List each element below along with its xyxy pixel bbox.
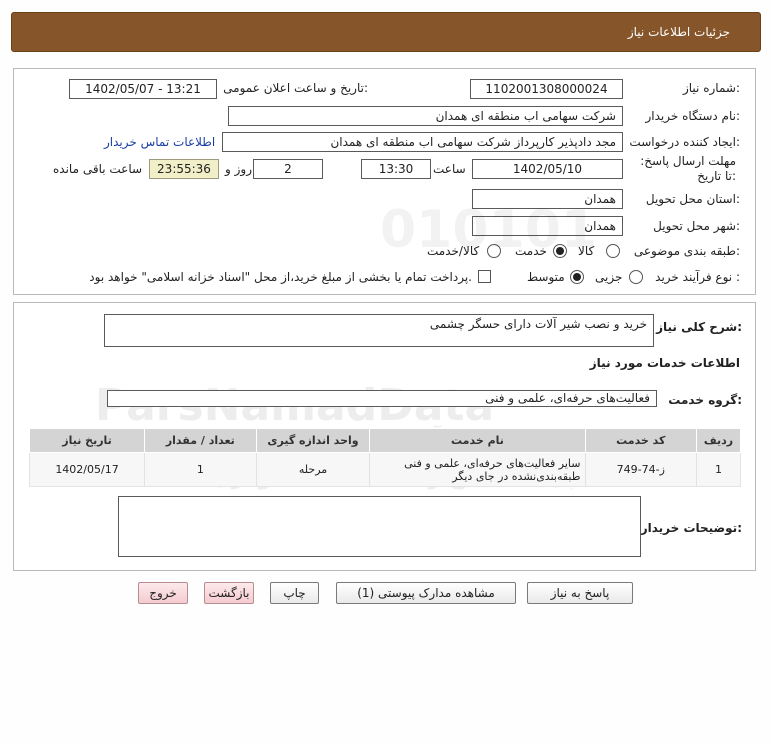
- row-name: سایر فعالیت‌های حرفه‌ای، علمی و فنی طبقه…: [369, 452, 586, 487]
- row-code: ز-74-749: [584, 452, 698, 487]
- row-unit: مرحله: [255, 452, 371, 487]
- row-qty: 1: [144, 452, 257, 487]
- creator-field: مجد دادپذیر کارپرداز شرکت سهامی اب منطقه…: [222, 132, 623, 152]
- col-qty: تعداد / مقدار: [144, 428, 257, 453]
- days-field: 2: [253, 159, 323, 179]
- service-group-field: فعالیت‌های حرفه‌ای، علمی و فنی: [107, 390, 657, 407]
- process-minor-label: جزیی: [595, 270, 623, 284]
- remaining-label: ساعت باقی مانده: [53, 162, 143, 176]
- buyer-org-field: شرکت سهامی اب منطقه ای همدان: [228, 106, 623, 126]
- city-label: شهر محل تحویل:: [653, 219, 740, 233]
- col-date: تاریخ نیاز: [28, 428, 146, 453]
- description-label: شرح کلی نیاز:: [656, 320, 742, 334]
- contact-buyer-link[interactable]: اطلاعات تماس خریدار: [104, 135, 215, 149]
- deadline-date-field: 1402/05/10: [472, 159, 623, 179]
- table-row: 1 ز-74-749 سایر فعالیت‌های حرفه‌ای، علمی…: [28, 452, 741, 487]
- deadline-label: مهلت ارسال پاسخ: تا تاریخ:: [640, 154, 736, 183]
- treasury-payment-note: پرداخت تمام یا بخشی از مبلغ خرید،از محل …: [89, 270, 472, 284]
- col-code: کد خدمت: [584, 428, 698, 453]
- buyer-org-label: نام دستگاه خریدار:: [645, 109, 741, 123]
- province-label: استان محل تحویل:: [645, 192, 740, 206]
- back-button[interactable]: بازگشت: [204, 582, 254, 604]
- announce-field: 1402/05/07 - 13:21: [69, 79, 217, 99]
- services-section-title: اطلاعات خدمات مورد نیاز: [589, 356, 740, 370]
- row-date: 1402/05/17: [28, 452, 146, 487]
- print-button[interactable]: چاپ: [270, 582, 319, 604]
- days-label: روز و: [225, 162, 252, 176]
- col-name: نام خدمت: [369, 428, 586, 453]
- category-service-radio[interactable]: [553, 244, 567, 258]
- col-index: ردیف: [696, 428, 741, 453]
- row-index: 1: [696, 452, 741, 487]
- deadline-time-label: ساعت: [433, 162, 466, 176]
- need-number-label: شماره نیاز:: [682, 81, 740, 95]
- description-field: خرید و نصب شیر آلات دارای حسگر چشمی: [104, 314, 654, 347]
- deadline-time-field: 13:30: [361, 159, 431, 179]
- treasury-payment-checkbox[interactable]: [478, 270, 491, 283]
- category-service-label: خدمت: [515, 244, 547, 258]
- page-title: جزئیات اطلاعات نیاز: [627, 25, 730, 39]
- city-field: همدان: [472, 216, 623, 236]
- attachments-button[interactable]: مشاهده مدارک پیوستی (1): [336, 582, 516, 604]
- category-goods-radio[interactable]: [606, 244, 620, 258]
- need-number-field: 1102001308000024: [470, 79, 623, 99]
- service-group-label: گروه خدمت:: [668, 393, 742, 407]
- province-field: همدان: [472, 189, 623, 209]
- process-medium-radio[interactable]: [570, 270, 584, 284]
- services-table: ردیف کد خدمت نام خدمت واحد اندازه گیری ت…: [28, 428, 741, 487]
- col-unit: واحد اندازه گیری: [255, 428, 371, 453]
- buyer-notes-label: توضیحات خریدار:: [640, 521, 742, 535]
- announce-label: تاریخ و ساعت اعلان عمومی:: [223, 81, 368, 95]
- creator-label: ایجاد کننده درخواست:: [629, 135, 740, 149]
- exit-button[interactable]: خروج: [138, 582, 188, 604]
- page-header: جزئیات اطلاعات نیاز: [11, 12, 761, 52]
- reply-button[interactable]: پاسخ به نیاز: [527, 582, 633, 604]
- category-goods-service-label: کالا/خدمت: [427, 244, 480, 258]
- category-label: طبقه بندی موضوعی:: [633, 244, 740, 258]
- remaining-time-field: 23:55:36: [149, 159, 219, 179]
- process-label: نوع فرآیند خرید :: [655, 270, 740, 284]
- process-medium-label: متوسط: [527, 270, 565, 284]
- services-table-header: ردیف کد خدمت نام خدمت واحد اندازه گیری ت…: [28, 428, 741, 453]
- category-goods-service-radio[interactable]: [487, 244, 501, 258]
- buyer-notes-field: [118, 496, 641, 557]
- process-minor-radio[interactable]: [629, 270, 643, 284]
- category-goods-label: کالا: [578, 244, 595, 258]
